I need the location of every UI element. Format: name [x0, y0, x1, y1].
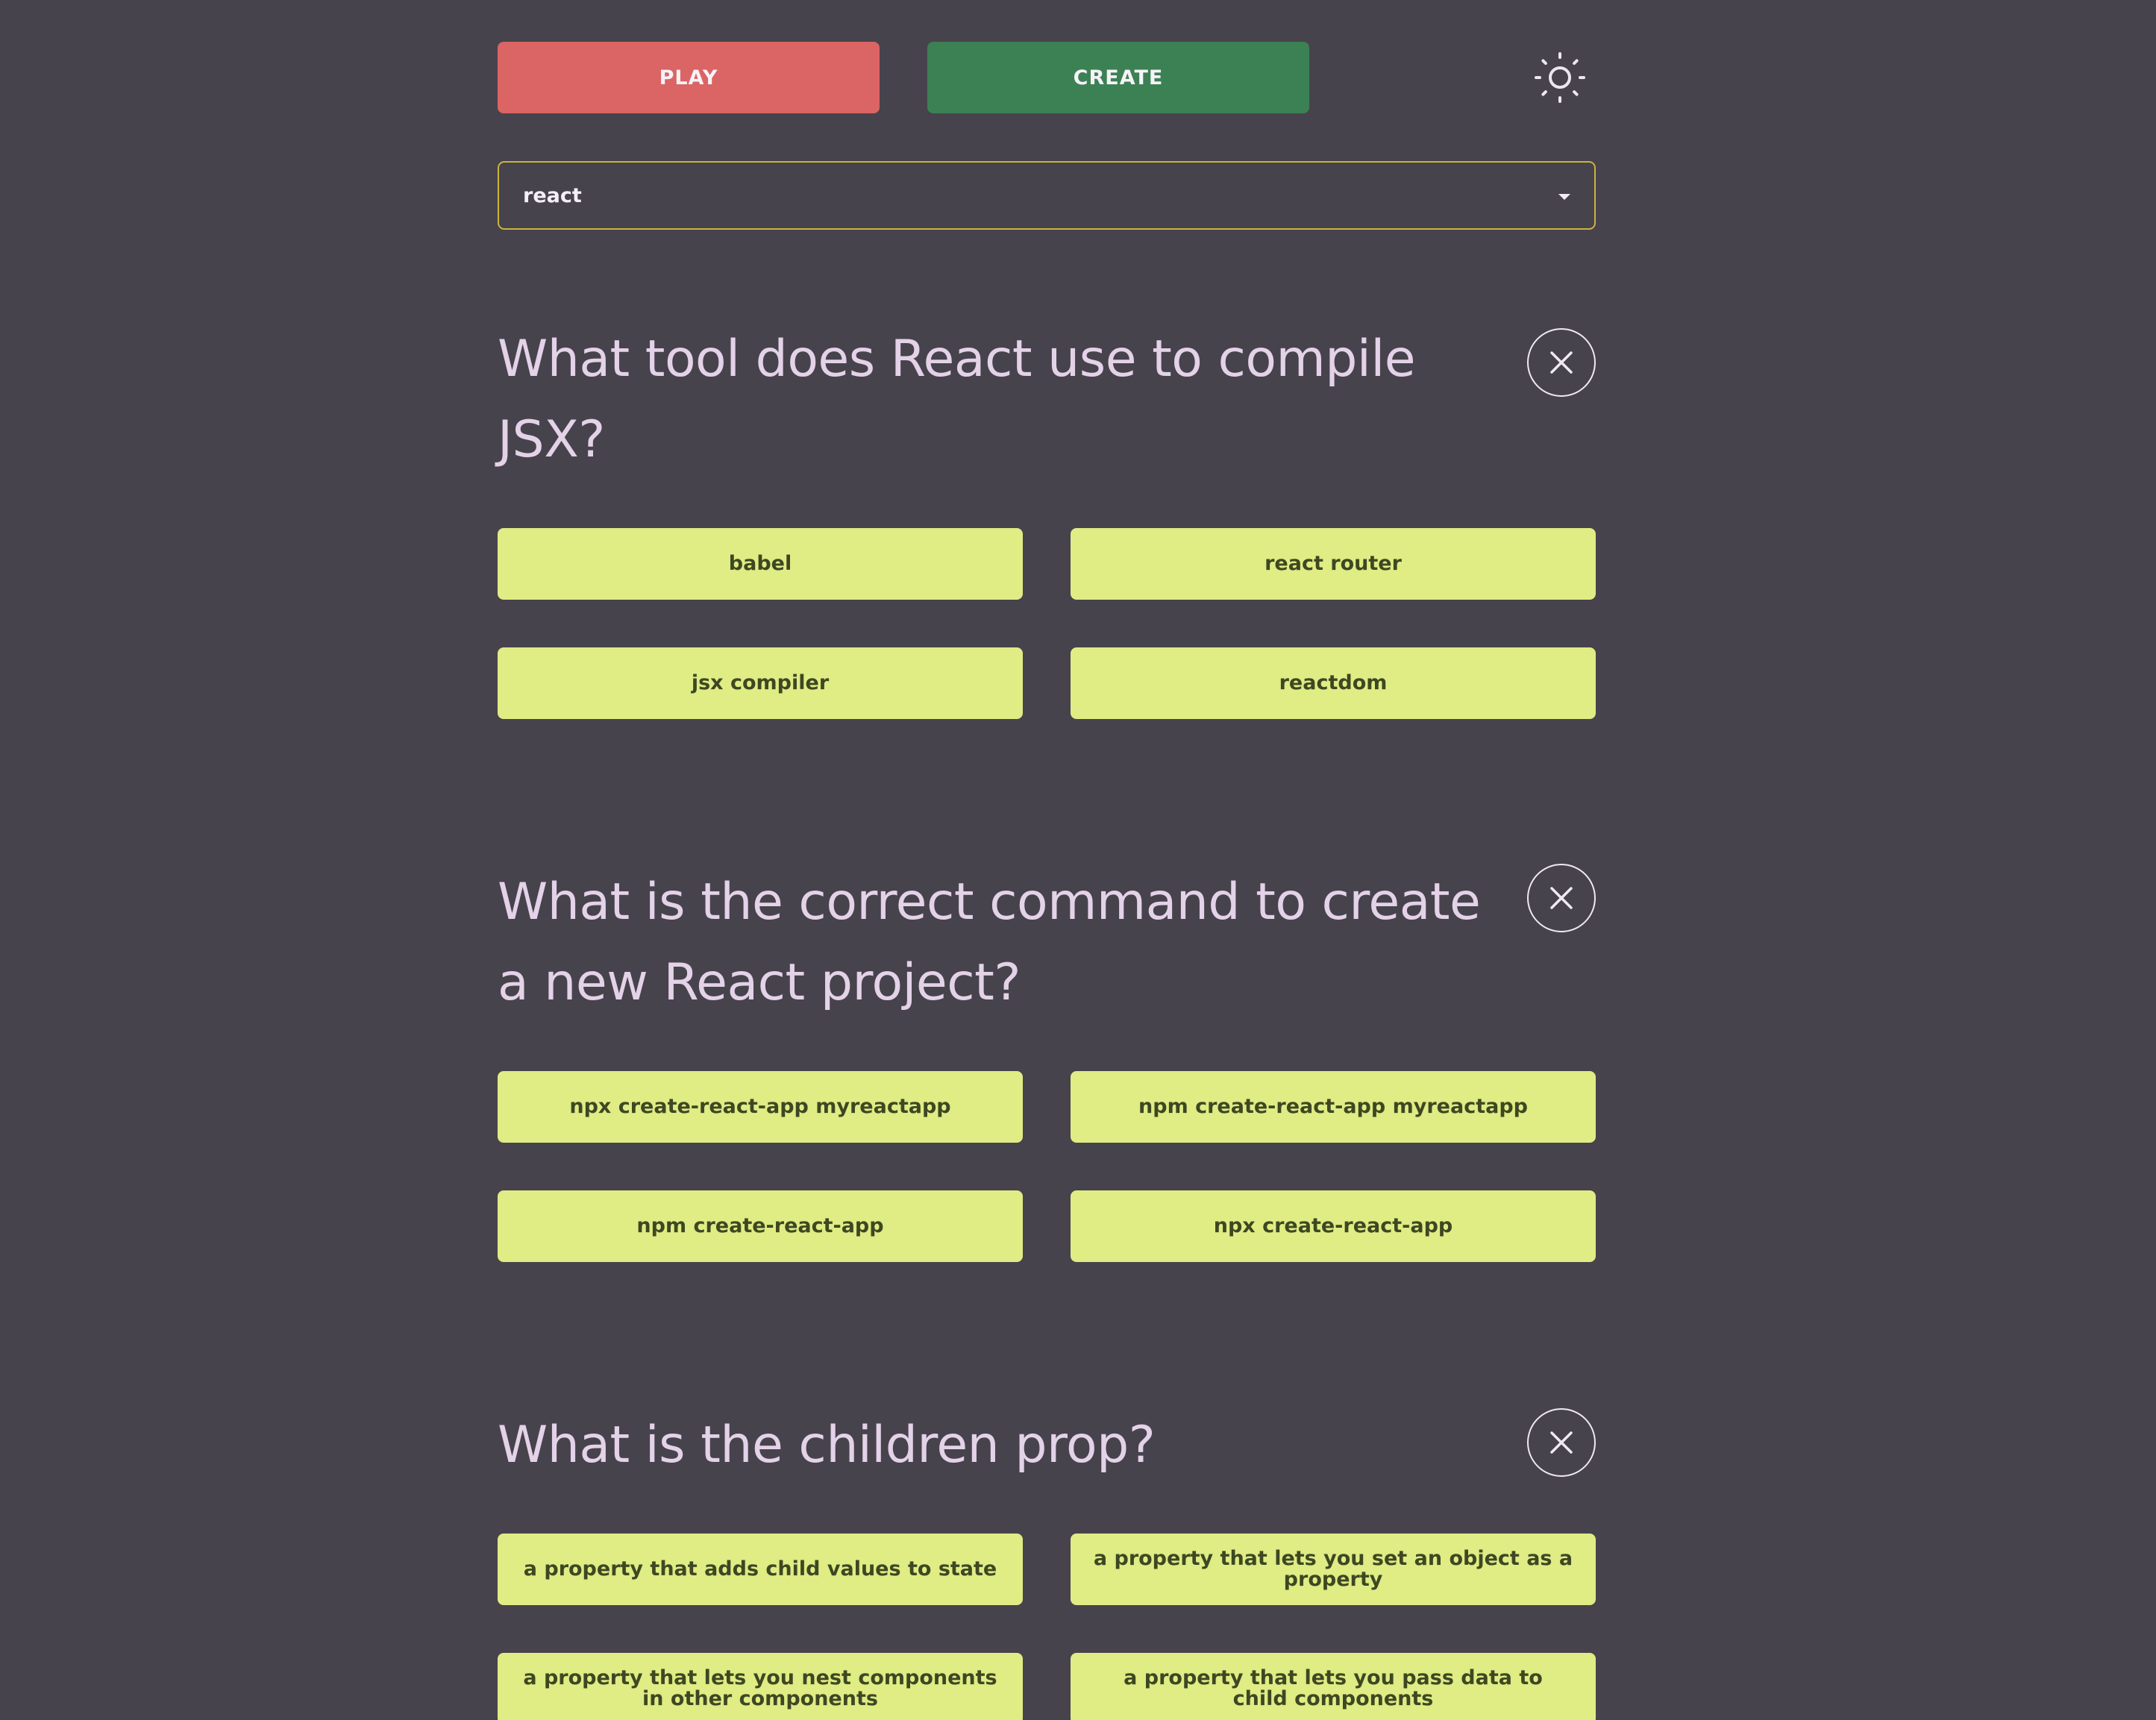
answer-grid: npx create-react-app myreactapp npm crea…: [498, 1071, 1596, 1262]
answer-button[interactable]: jsx compiler: [498, 647, 1023, 719]
close-icon: [1550, 1431, 1573, 1454]
answer-grid: a property that adds child values to sta…: [498, 1534, 1596, 1720]
answer-button[interactable]: a property that adds child values to sta…: [498, 1534, 1023, 1605]
answer-button[interactable]: npx create-react-app myreactapp: [498, 1071, 1023, 1143]
answer-button[interactable]: npx create-react-app: [1071, 1190, 1596, 1262]
answer-button[interactable]: npm create-react-app: [498, 1190, 1023, 1262]
answer-button[interactable]: babel: [498, 528, 1023, 600]
close-icon: [1550, 887, 1573, 909]
topic-select-value: react: [523, 183, 582, 207]
page: PLAY CREATE react What tool does React u…: [498, 0, 1596, 1720]
answer-button[interactable]: npm create-react-app myreactapp: [1071, 1071, 1596, 1143]
question-card: What is the children prop? a property th…: [498, 1405, 1596, 1720]
topic-select[interactable]: react: [498, 161, 1596, 230]
answer-button[interactable]: react router: [1071, 528, 1596, 600]
remove-question-button[interactable]: [1527, 1408, 1596, 1477]
sun-icon: [1535, 52, 1585, 103]
question-title: What is the children prop?: [498, 1416, 1156, 1475]
question-card: What tool does React use to compile JSX?…: [498, 319, 1596, 719]
close-icon: [1550, 351, 1573, 374]
question-card: What is the correct command to create a …: [498, 862, 1596, 1262]
question-title: What is the correct command to create a …: [498, 873, 1481, 1012]
theme-toggle-button[interactable]: [1524, 42, 1596, 113]
create-button[interactable]: CREATE: [927, 42, 1309, 113]
answer-grid: babel react router jsx compiler reactdom: [498, 528, 1596, 719]
answer-button[interactable]: a property that lets you pass data to ch…: [1071, 1653, 1596, 1720]
answer-button[interactable]: a property that lets you nest components…: [498, 1653, 1023, 1720]
chevron-down-icon: [1558, 194, 1570, 200]
answer-button[interactable]: reactdom: [1071, 647, 1596, 719]
answer-button[interactable]: a property that lets you set an object a…: [1071, 1534, 1596, 1605]
question-title: What tool does React use to compile JSX?: [498, 330, 1416, 469]
remove-question-button[interactable]: [1527, 864, 1596, 932]
remove-question-button[interactable]: [1527, 328, 1596, 397]
toolbar: PLAY CREATE: [498, 42, 1596, 113]
play-button[interactable]: PLAY: [498, 42, 880, 113]
